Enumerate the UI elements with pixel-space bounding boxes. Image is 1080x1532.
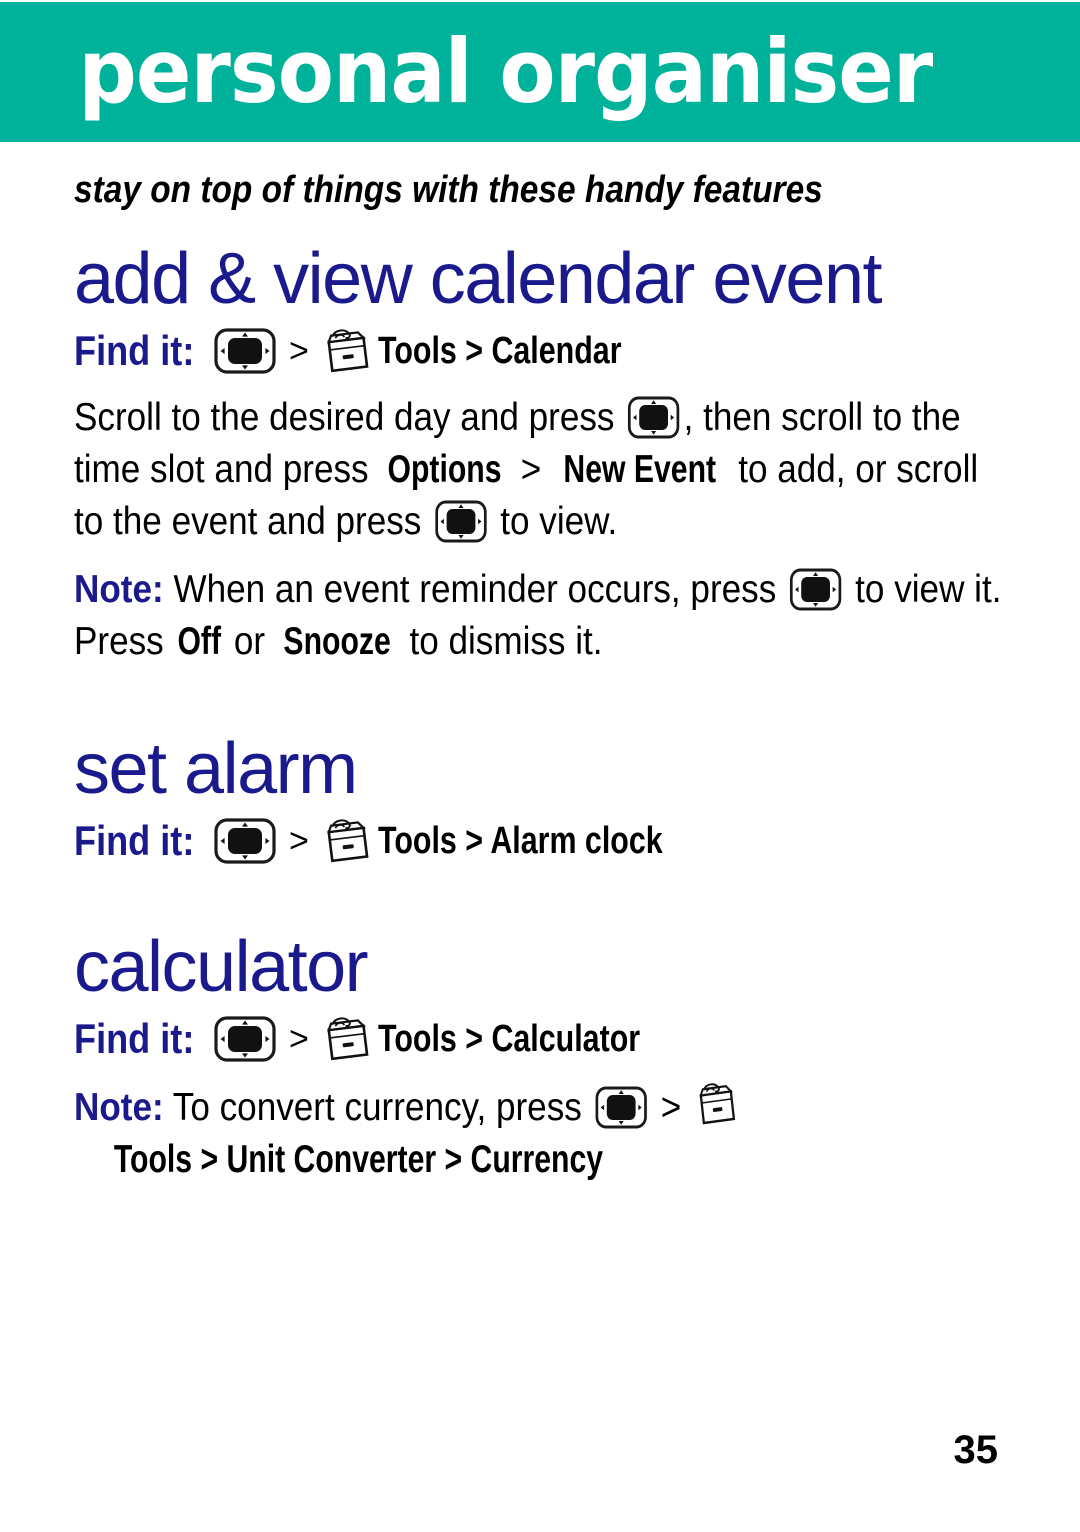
navigation-key-icon	[214, 328, 276, 374]
navigation-key-icon	[595, 1086, 647, 1129]
path-separator: >	[288, 821, 309, 860]
text-run: To convert currency, press	[163, 1086, 592, 1129]
find-it-label: Find it:	[74, 817, 195, 864]
path-separator: >	[288, 1019, 309, 1058]
navigation-key-icon	[214, 818, 276, 864]
tools-card-file-icon	[320, 1014, 372, 1064]
page-subtitle: stay on top of things with these handy f…	[74, 169, 823, 211]
text-run: or	[224, 620, 275, 663]
paragraph-calendar-steps: Scroll to the desired day and press , th…	[74, 392, 1013, 548]
text-run: >	[650, 1086, 691, 1129]
find-it-alarm: Find it: > Tools > Alarm clock	[74, 816, 1014, 866]
section-heading-calendar: add & view calendar event	[74, 239, 883, 319]
section-heading-alarm: set alarm	[74, 729, 358, 809]
ui-path-unit-converter: Tools > Unit Converter > Currency	[113, 1138, 604, 1181]
paragraph-calculator-note: Note: To convert currency, press > Tools…	[74, 1080, 1013, 1186]
section-calculator: calculator Find it: > Tools > Calculator…	[74, 928, 1014, 1186]
section-alarm: set alarm Find it: > Tools > Alarm clock	[74, 730, 1014, 866]
path-separator: >	[288, 331, 309, 370]
ui-label-snooze: Snooze	[283, 620, 391, 663]
navigation-key-icon	[435, 500, 487, 543]
find-it-path-calendar: Tools > Calendar	[377, 330, 622, 372]
navigation-key-icon	[628, 396, 680, 439]
find-it-path-calculator: Tools > Calculator	[377, 1018, 640, 1060]
find-it-calculator: Find it: > Tools > Calculator	[74, 1014, 1014, 1064]
content-column: add & view calendar event Find it: > Too…	[74, 240, 1014, 1186]
find-it-calendar: Find it: > Tools > Calendar	[74, 326, 1014, 376]
find-it-label: Find it:	[74, 327, 195, 374]
find-it-path-alarm: Tools > Alarm clock	[377, 820, 663, 862]
note-label: Note:	[74, 568, 164, 611]
navigation-key-icon	[214, 1016, 276, 1062]
page-number: 35	[953, 1428, 999, 1472]
ui-label-off: Off	[177, 620, 221, 663]
section-heading-calculator: calculator	[74, 927, 369, 1007]
text-run: >	[510, 448, 551, 491]
ui-label-options: Options	[387, 448, 502, 491]
tools-card-file-icon	[320, 816, 372, 866]
text-run: to dismiss it.	[399, 620, 603, 663]
page-title: personal organiser	[78, 20, 933, 123]
navigation-key-icon	[790, 568, 842, 611]
text-run: When an event reminder occurs, press	[163, 568, 787, 611]
tools-card-file-icon	[693, 1080, 740, 1130]
text-run: Scroll to the desired day and press	[74, 396, 625, 439]
ui-label-new-event: New Event	[563, 448, 717, 491]
text-run: to view.	[490, 500, 618, 543]
page-header-band: personal organiser	[0, 2, 1080, 142]
find-it-label: Find it:	[74, 1015, 195, 1062]
note-label: Note:	[74, 1086, 164, 1129]
section-calendar: add & view calendar event Find it: > Too…	[74, 240, 1014, 668]
tools-card-file-icon	[320, 326, 372, 376]
paragraph-calendar-note: Note: When an event reminder occurs, pre…	[74, 564, 1013, 668]
